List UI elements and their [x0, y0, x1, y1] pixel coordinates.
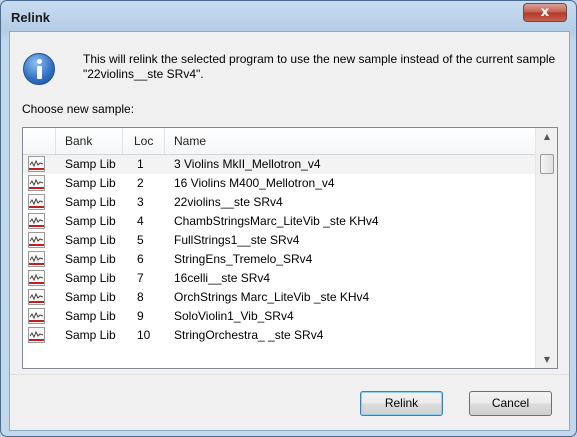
- title-bar[interactable]: Relink x: [1, 1, 576, 31]
- scroll-thumb[interactable]: [540, 154, 554, 174]
- cell-loc: 8: [137, 290, 144, 304]
- footer-divider: [10, 374, 569, 375]
- cell-name: FullStrings1__ste SRv4: [174, 233, 300, 247]
- cell-loc: 2: [137, 176, 144, 190]
- cell-loc: 1: [137, 157, 144, 171]
- cell-name: StringOrchestra_ _ste SRv4: [174, 328, 324, 342]
- list-row[interactable]: Samp Lib 1 3 Violins MkII_Mellotron_v4: [23, 155, 535, 174]
- cell-bank: Samp Lib: [65, 271, 116, 285]
- cell-name: ChambStringsMarc_LiteVib _ste KHv4: [174, 214, 379, 228]
- cell-loc: 10: [137, 328, 151, 342]
- relink-dialog: Relink x This will relink the selected p…: [0, 0, 577, 437]
- waveform-icon: [28, 327, 45, 343]
- waveform-icon: [28, 175, 45, 191]
- close-icon: x: [540, 5, 550, 20]
- cell-name: 16 Violins M400_Mellotron_v4: [174, 176, 335, 190]
- cell-name: 3 Violins MkII_Mellotron_v4: [174, 157, 321, 171]
- cell-bank: Samp Lib: [65, 157, 116, 171]
- message-text: This will relink the selected program to…: [83, 52, 556, 81]
- column-header-loc[interactable]: Loc: [134, 134, 153, 148]
- relink-button[interactable]: Relink: [360, 391, 443, 416]
- list-row[interactable]: Samp Lib 7 16celli__ste SRv4: [23, 269, 535, 288]
- list-header: Bank Loc Name: [23, 128, 535, 155]
- info-icon: [23, 53, 55, 85]
- waveform-icon: [28, 232, 45, 248]
- column-header-bank[interactable]: Bank: [65, 134, 92, 148]
- waveform-icon: [28, 308, 45, 324]
- cell-bank: Samp Lib: [65, 309, 116, 323]
- dialog-body: This will relink the selected program to…: [9, 31, 570, 431]
- list-row[interactable]: Samp Lib 8 OrchStrings Marc_LiteVib _ste K…: [23, 288, 535, 307]
- cell-loc: 7: [137, 271, 144, 285]
- scroll-down-arrow-icon[interactable]: ▼: [536, 351, 557, 368]
- waveform-icon: [28, 289, 45, 305]
- column-header-name[interactable]: Name: [174, 134, 206, 148]
- cell-bank: Samp Lib: [65, 176, 116, 190]
- vertical-scrollbar[interactable]: ▲ ▼: [535, 128, 557, 368]
- cell-name: 22violins__ste SRv4: [174, 195, 283, 209]
- cell-bank: Samp Lib: [65, 214, 116, 228]
- waveform-icon: [28, 156, 45, 172]
- choose-sample-label: Choose new sample:: [22, 102, 135, 116]
- cell-loc: 3: [137, 195, 144, 209]
- cell-loc: 6: [137, 252, 144, 266]
- waveform-icon: [28, 194, 45, 210]
- cell-name: StringEns_Tremelo_SRv4: [174, 252, 313, 266]
- list-row[interactable]: Samp Lib 5 FullStrings1__ste SRv4: [23, 231, 535, 250]
- list-row[interactable]: Samp Lib 10 StringOrchestra_ _ste SRv4: [23, 326, 535, 345]
- cell-bank: Samp Lib: [65, 195, 116, 209]
- list-row[interactable]: Samp Lib 6 StringEns_Tremelo_SRv4: [23, 250, 535, 269]
- close-button[interactable]: x: [523, 3, 567, 22]
- list-row[interactable]: Samp Lib 9 SoloViolin1_Vib_SRv4: [23, 307, 535, 326]
- waveform-icon: [28, 213, 45, 229]
- waveform-icon: [28, 251, 45, 267]
- scroll-up-arrow-icon[interactable]: ▲: [536, 128, 557, 145]
- cell-bank: Samp Lib: [65, 328, 116, 342]
- cell-name: SoloViolin1_Vib_SRv4: [174, 309, 294, 323]
- cancel-button[interactable]: Cancel: [469, 391, 552, 416]
- cell-bank: Samp Lib: [65, 290, 116, 304]
- cell-loc: 4: [137, 214, 144, 228]
- sample-list[interactable]: Bank Loc Name Samp Lib 1 3 Violins MkII_Me…: [22, 127, 558, 369]
- cell-loc: 9: [137, 309, 144, 323]
- list-row[interactable]: Samp Lib 3 22violins__ste SRv4: [23, 193, 535, 212]
- cell-bank: Samp Lib: [65, 252, 116, 266]
- cell-name: 16celli__ste SRv4: [174, 271, 271, 285]
- list-row[interactable]: Samp Lib 4 ChambStringsMarc_LiteVib _ste K…: [23, 212, 535, 231]
- list-row[interactable]: Samp Lib 2 16 Violins M400_Mellotron_v4: [23, 174, 535, 193]
- cell-name: OrchStrings Marc_LiteVib _ste KHv4: [174, 290, 370, 304]
- cell-bank: Samp Lib: [65, 233, 116, 247]
- list-rows: Samp Lib 1 3 Violins MkII_Mellotron_v4 Samp…: [23, 155, 535, 345]
- waveform-icon: [28, 270, 45, 286]
- cell-loc: 5: [137, 233, 144, 247]
- window-title: Relink: [11, 10, 51, 25]
